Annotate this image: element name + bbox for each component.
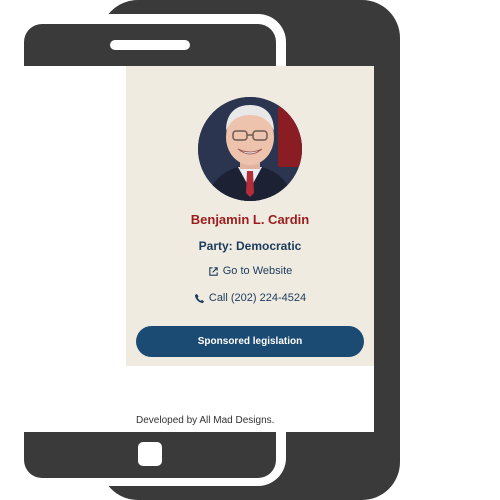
profile-card: Benjamin L. Cardin Party: Democratic Go … (126, 66, 374, 366)
website-link[interactable]: Go to Website (126, 265, 374, 280)
phone-icon (194, 293, 205, 304)
sponsored-legislation-button[interactable]: Sponsored legislation (136, 326, 364, 357)
website-link-label: Go to Website (222, 265, 293, 277)
avatar (198, 97, 302, 201)
home-button[interactable] (138, 442, 162, 466)
avatar-portrait (198, 97, 302, 201)
call-link[interactable]: Call (202) 224-4524 (126, 292, 374, 307)
stage: Benjamin L. Cardin Party: Democratic Go … (0, 0, 500, 500)
footer-credit: Developed by All Mad Designs. (136, 415, 275, 426)
speaker-slot (110, 40, 190, 50)
phone-screen: Benjamin L. Cardin Party: Democratic Go … (126, 66, 374, 432)
call-link-label: Call (202) 224-4524 (208, 292, 307, 304)
politician-name: Benjamin L. Cardin (190, 212, 310, 227)
party-affiliation: Party: Democratic (198, 239, 302, 253)
external-link-icon (208, 266, 219, 277)
